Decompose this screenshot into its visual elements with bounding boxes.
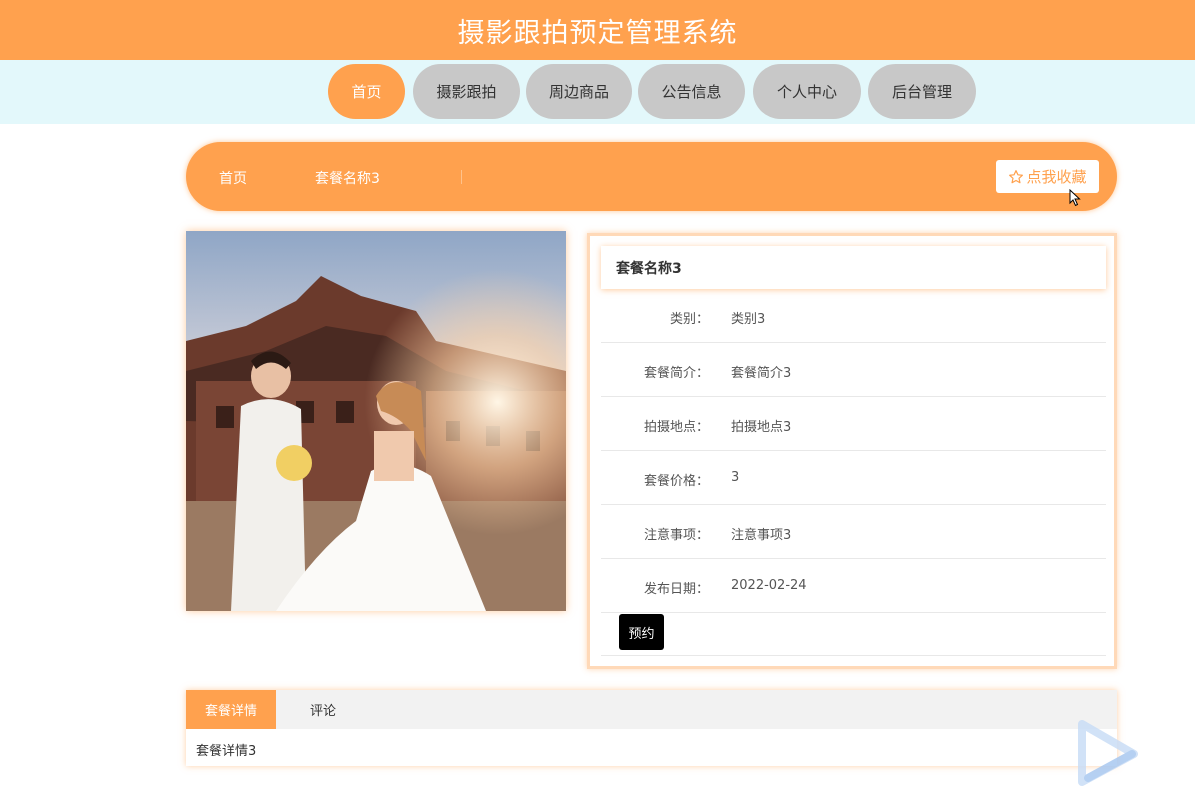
detail-row-value: 3 xyxy=(731,470,740,485)
book-button[interactable]: 预约 xyxy=(619,614,664,650)
nav-item-home[interactable]: 首页 xyxy=(328,64,405,119)
detail-row-notes: 注意事项： 注意事项3 xyxy=(601,505,1106,559)
package-title: 套餐名称3 xyxy=(601,246,1106,289)
detail-row-intro: 套餐简介： 套餐简介3 xyxy=(601,343,1106,397)
play-logo-icon xyxy=(1078,720,1138,786)
tab-comments[interactable]: 评论 xyxy=(286,690,360,729)
detail-row-value: 套餐简介3 xyxy=(731,366,792,381)
detail-row-label: 套餐价格： xyxy=(643,474,709,489)
nav-item-profile[interactable]: 个人中心 xyxy=(753,64,861,119)
detail-tabs: 套餐详情 评论 套餐详情3 xyxy=(186,690,1117,766)
nav-item-announcements[interactable]: 公告信息 xyxy=(638,64,745,119)
star-outline-icon xyxy=(1009,169,1024,183)
nav-item-merch[interactable]: 周边商品 xyxy=(526,64,632,119)
detail-row-label: 套餐简介： xyxy=(643,366,709,381)
favorite-button[interactable]: 点我收藏 xyxy=(996,160,1099,193)
detail-row-price: 套餐价格： 3 xyxy=(601,451,1106,505)
detail-row-location: 拍摄地点： 拍摄地点3 xyxy=(601,397,1106,451)
detail-row-category: 类别： 类别3 xyxy=(601,289,1106,343)
detail-row-label: 类别： xyxy=(669,312,709,327)
detail-row-publish-date: 发布日期： 2022-02-24 xyxy=(601,559,1106,613)
site-header: 摄影跟拍预定管理系统 xyxy=(0,0,1195,60)
detail-row-label: 注意事项： xyxy=(643,528,709,543)
site-title: 摄影跟拍预定管理系统 xyxy=(457,17,738,49)
detail-row-label: 拍摄地点： xyxy=(643,420,709,435)
breadcrumb-separator xyxy=(461,170,462,184)
breadcrumb-current: 套餐名称3 xyxy=(315,171,380,187)
detail-row-value: 类别3 xyxy=(731,312,766,327)
package-photo xyxy=(186,231,566,611)
detail-row-value: 2022-02-24 xyxy=(731,578,807,593)
package-detail-panel: 套餐名称3 类别： 类别3 套餐简介： 套餐简介3 拍摄地点： 拍摄地点3 套餐… xyxy=(587,233,1117,669)
nav-item-photo-follow[interactable]: 摄影跟拍 xyxy=(413,64,520,119)
favorite-button-label: 点我收藏 xyxy=(1026,168,1087,186)
divider xyxy=(601,655,1106,656)
detail-row-label: 发布日期： xyxy=(643,582,709,597)
mouse-cursor-icon xyxy=(1069,189,1081,207)
tab-content: 套餐详情3 xyxy=(196,744,257,759)
detail-row-value: 拍摄地点3 xyxy=(731,420,792,435)
nav-item-admin[interactable]: 后台管理 xyxy=(868,64,976,119)
tab-package-details[interactable]: 套餐详情 xyxy=(186,690,276,729)
breadcrumb: 首页 套餐名称3 点我收藏 xyxy=(186,142,1117,211)
detail-row-value: 注意事项3 xyxy=(731,528,792,543)
breadcrumb-home[interactable]: 首页 xyxy=(219,168,247,188)
tab-strip: 套餐详情 评论 xyxy=(186,690,1117,729)
main-nav: 首页 摄影跟拍 周边商品 公告信息 个人中心 后台管理 xyxy=(0,60,1195,124)
